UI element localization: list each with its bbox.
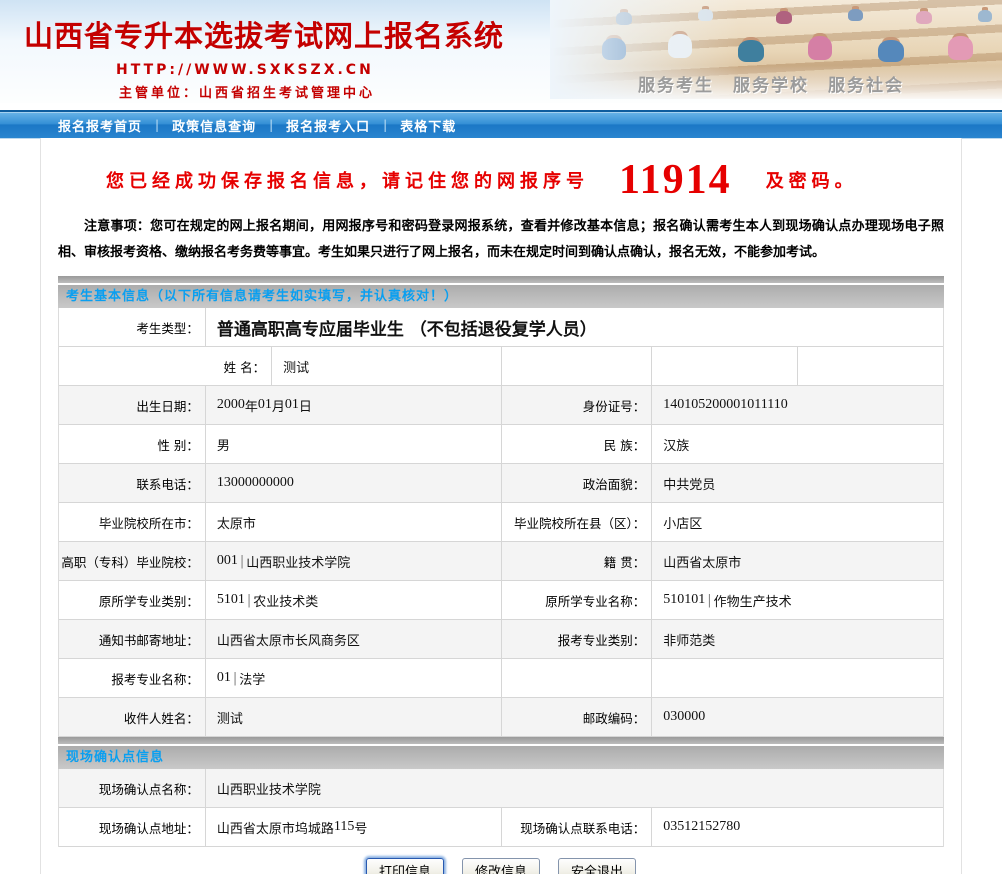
confirm-info-table: 现场确认点名称：山西职业技术学院现场确认点地址：山西省太原市坞城路115号现场确… <box>58 769 944 847</box>
field-label: 原所学专业类别： <box>59 581 205 619</box>
divider-band <box>58 737 944 746</box>
header-nav-divider <box>0 103 1002 110</box>
empty-cell <box>501 347 651 385</box>
field-label: 毕业院校所在市： <box>59 503 205 541</box>
empty-cell <box>651 659 943 697</box>
field-value: 非师范类 <box>651 620 943 658</box>
field-value: 测试 <box>271 347 501 385</box>
field-value: 山西职业技术学院 <box>205 769 943 807</box>
field-value: 太原市 <box>205 503 501 541</box>
field-value: 中共党员 <box>651 464 943 502</box>
print-info-button[interactable]: 打印信息 <box>366 858 444 874</box>
field-label: 毕业院校所在县（区）： <box>501 503 651 541</box>
table-row: 高职（专科）毕业院校：001 | 山西职业技术学院籍 贯：山西省太原市 <box>59 542 943 581</box>
site-title: 山西省专升本选拔考试网上报名系统 <box>24 13 1002 55</box>
field-label: 收件人姓名： <box>59 698 205 736</box>
field-value: 5101 | 农业技术类 <box>205 581 501 619</box>
nav-item-3[interactable]: 报名报考入口 <box>286 116 370 135</box>
page: 服务考生 服务学校 服务社会 山西省专升本选拔考试网上报名系统 HTTP://W… <box>0 0 1002 874</box>
field-label: 原所学专业名称： <box>501 581 651 619</box>
field-label: 出生日期： <box>59 386 205 424</box>
slogan-text: 服务考生 服务学校 服务社会 <box>638 71 904 96</box>
basic-info-table: 考生类型：普通高职高专应届毕业生 （不包括退役复学人员）姓 名：测试出生日期：2… <box>58 308 944 737</box>
nav-separator: | <box>383 118 387 132</box>
table-row: 收件人姓名：测试邮政编码：030000 <box>59 698 943 737</box>
table-row: 现场确认点地址：山西省太原市坞城路115号现场确认点联系电话：035121527… <box>59 808 943 847</box>
field-value: 小店区 <box>651 503 943 541</box>
section-confirm-header: 现场确认点信息 <box>58 737 944 769</box>
section-basic-info-header: 考生基本信息（以下所有信息请考生如实填写，并认真核对！） <box>58 276 944 308</box>
field-label: 通知书邮寄地址： <box>59 620 205 658</box>
field-value: 山西省太原市 <box>651 542 943 580</box>
table-row: 原所学专业类别：5101 | 农业技术类原所学专业名称：510101 | 作物生… <box>59 581 943 620</box>
empty-cell <box>651 347 797 385</box>
nav-separator: | <box>155 118 159 132</box>
field-value: 13000000000 <box>205 464 501 502</box>
field-value: 测试 <box>205 698 501 736</box>
field-value: 03512152780 <box>651 808 943 846</box>
table-row: 通知书邮寄地址：山西省太原市长风商务区报考专业类别：非师范类 <box>59 620 943 659</box>
field-label: 联系电话： <box>59 464 205 502</box>
main-nav: 报名报考首页 | 政策信息查询 | 报名报考入口 | 表格下载 <box>0 110 1002 138</box>
field-value: 510101 | 作物生产技术 <box>651 581 943 619</box>
button-bar: 打印信息 修改信息 安全退出 <box>58 847 944 874</box>
table-row: 联系电话：13000000000政治面貌：中共党员 <box>59 464 943 503</box>
empty-cell <box>797 347 943 385</box>
notice-paragraph: 注意事项：您可在规定的网上报名期间，用网报序号和密码登录网报系统，查看并修改基本… <box>58 214 944 266</box>
table-row: 报考专业名称：01 | 法学 <box>59 659 943 698</box>
table-row: 性 别：男民 族：汉族 <box>59 425 943 464</box>
field-value: 140105200001011110 <box>651 386 943 424</box>
table-row: 毕业院校所在市：太原市毕业院校所在县（区）：小店区 <box>59 503 943 542</box>
nav-separator: | <box>269 118 273 132</box>
field-label: 考生类型： <box>59 308 205 346</box>
field-value: 普通高职高专应届毕业生 （不包括退役复学人员） <box>205 308 943 346</box>
field-value: 山西省太原市坞城路115号 <box>205 808 501 846</box>
content-area: 您已经成功保存报名信息，请记住您的网报序号 11914 及密码。 注意事项：您可… <box>40 138 962 874</box>
field-label: 高职（专科）毕业院校： <box>59 542 205 580</box>
table-row: 考生类型：普通高职高专应届毕业生 （不包括退役复学人员） <box>59 308 943 347</box>
field-value: 01 | 法学 <box>205 659 501 697</box>
empty-cell <box>501 659 651 697</box>
field-label: 性 别： <box>59 425 205 463</box>
field-value: 001 | 山西职业技术学院 <box>205 542 501 580</box>
field-value: 山西省太原市长风商务区 <box>205 620 501 658</box>
field-label: 邮政编码： <box>501 698 651 736</box>
field-value: 2000年 01月 01日 <box>205 386 501 424</box>
table-row: 姓 名：测试 <box>59 347 943 386</box>
message-prefix: 您已经成功保存报名信息，请记住您的网报序号 <box>106 167 589 193</box>
nav-item-4[interactable]: 表格下载 <box>400 116 456 135</box>
field-label: 报考专业名称： <box>59 659 205 697</box>
field-value: 男 <box>205 425 501 463</box>
nav-item-1[interactable]: 报名报考首页 <box>58 116 142 135</box>
field-label: 民 族： <box>501 425 651 463</box>
field-value: 汉族 <box>651 425 943 463</box>
serial-number: 11914 <box>619 159 732 201</box>
field-label: 现场确认点地址： <box>59 808 205 846</box>
divider-band <box>58 276 944 285</box>
safe-exit-button[interactable]: 安全退出 <box>558 858 636 874</box>
section-basic-info-title: 考生基本信息（以下所有信息请考生如实填写，并认真核对！） <box>58 285 944 308</box>
field-label: 政治面貌： <box>501 464 651 502</box>
field-label: 报考专业类别： <box>501 620 651 658</box>
table-row: 出生日期：2000年 01月 01日身份证号：14010520000101111… <box>59 386 943 425</box>
nav-item-2[interactable]: 政策信息查询 <box>172 116 256 135</box>
modify-info-button[interactable]: 修改信息 <box>462 858 540 874</box>
field-label: 现场确认点名称： <box>59 769 205 807</box>
field-value: 030000 <box>651 698 943 736</box>
field-label: 姓 名： <box>59 347 271 385</box>
message-suffix: 及密码。 <box>766 167 858 193</box>
field-label: 身份证号： <box>501 386 651 424</box>
section-confirm-title: 现场确认点信息 <box>58 746 944 769</box>
site-header: 服务考生 服务学校 服务社会 山西省专升本选拔考试网上报名系统 HTTP://W… <box>0 0 1002 103</box>
field-label: 现场确认点联系电话： <box>501 808 651 846</box>
table-row: 现场确认点名称：山西职业技术学院 <box>59 769 943 808</box>
field-label: 籍 贯： <box>501 542 651 580</box>
success-message: 您已经成功保存报名信息，请记住您的网报序号 11914 及密码。 <box>58 138 944 208</box>
